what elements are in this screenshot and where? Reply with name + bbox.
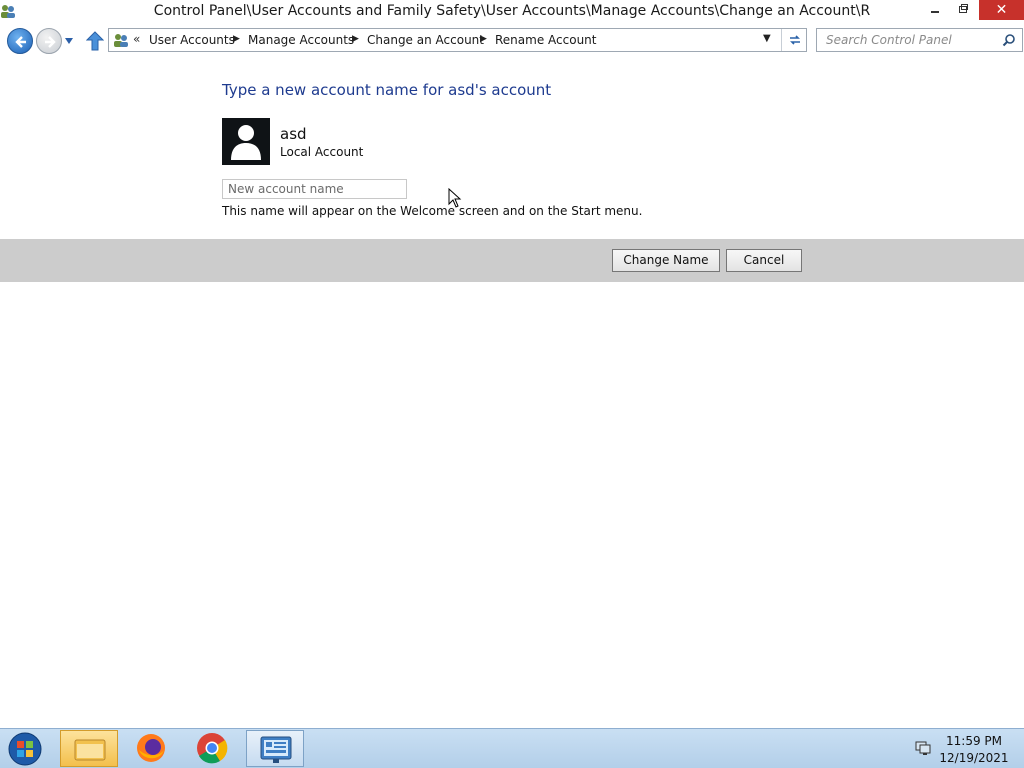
- up-arrow-icon[interactable]: [86, 31, 104, 51]
- mouse-cursor-icon: [448, 188, 462, 208]
- breadcrumb-user-accounts[interactable]: User Accounts: [149, 33, 235, 47]
- firefox-icon: [137, 734, 165, 762]
- breadcrumb-rename-account[interactable]: Rename Account: [495, 33, 596, 47]
- refresh-button[interactable]: [781, 29, 807, 51]
- control-panel-icon: [114, 34, 128, 47]
- forward-arrow-icon: [45, 36, 56, 48]
- clock-date[interactable]: 12/19/2021: [930, 751, 1018, 765]
- refresh-icon: [790, 35, 800, 45]
- close-icon: ✕: [995, 2, 1008, 18]
- search-icon[interactable]: [1002, 33, 1016, 47]
- breadcrumb-separator-icon[interactable]: ▶: [352, 34, 359, 44]
- window-title: Control Panel\User Accounts and Family S…: [153, 3, 871, 19]
- breadcrumb-separator-icon[interactable]: ▶: [233, 34, 240, 44]
- taskbar-control-panel[interactable]: [246, 730, 304, 767]
- breadcrumb-separator-icon[interactable]: ▶: [480, 34, 487, 44]
- search-input[interactable]: Search Control Panel: [826, 33, 952, 47]
- taskbar-firefox[interactable]: [122, 730, 180, 767]
- minimize-button[interactable]: [922, 0, 948, 20]
- start-button[interactable]: [3, 731, 47, 767]
- taskbar-file-explorer[interactable]: [60, 730, 118, 767]
- change-name-button[interactable]: Change Name: [612, 249, 720, 272]
- navigation-bar: « User Accounts ▶ Manage Accounts ▶ Chan…: [0, 26, 1024, 56]
- account-type: Local Account: [280, 145, 364, 159]
- name-hint-text: This name will appear on the Welcome scr…: [222, 204, 643, 218]
- control-panel-icon: [260, 736, 292, 763]
- back-button[interactable]: [7, 28, 33, 54]
- address-history-dropdown-icon[interactable]: ▼: [763, 33, 771, 44]
- windows-orb-icon: [8, 732, 42, 766]
- title-bar: Control Panel\User Accounts and Family S…: [0, 0, 1024, 24]
- address-bar[interactable]: « User Accounts ▶ Manage Accounts ▶ Chan…: [108, 28, 807, 52]
- taskbar-chrome[interactable]: [183, 730, 241, 767]
- back-arrow-icon: [15, 36, 26, 48]
- page-title: Type a new account name for asd's accoun…: [222, 81, 552, 99]
- breadcrumb-overflow-button[interactable]: «: [133, 32, 140, 46]
- user-avatar-icon: [222, 118, 270, 165]
- restore-button[interactable]: [950, 0, 976, 20]
- new-account-name-input[interactable]: [222, 179, 407, 199]
- search-box[interactable]: Search Control Panel: [816, 28, 1023, 52]
- clock-time[interactable]: 11:59 PM: [930, 734, 1018, 748]
- breadcrumb-manage-accounts[interactable]: Manage Accounts: [248, 33, 354, 47]
- account-name: asd: [280, 125, 307, 143]
- recent-pages-dropdown-icon[interactable]: [64, 37, 74, 45]
- taskbar: 11:59 PM 12/19/2021: [0, 728, 1024, 768]
- chrome-icon: [197, 733, 228, 764]
- cancel-button[interactable]: Cancel: [726, 249, 802, 272]
- folder-icon: [74, 739, 106, 761]
- action-bar: Change Name Cancel: [0, 239, 1024, 282]
- breadcrumb-change-account[interactable]: Change an Account: [367, 33, 484, 47]
- close-button[interactable]: ✕: [979, 0, 1024, 20]
- forward-button[interactable]: [36, 28, 62, 54]
